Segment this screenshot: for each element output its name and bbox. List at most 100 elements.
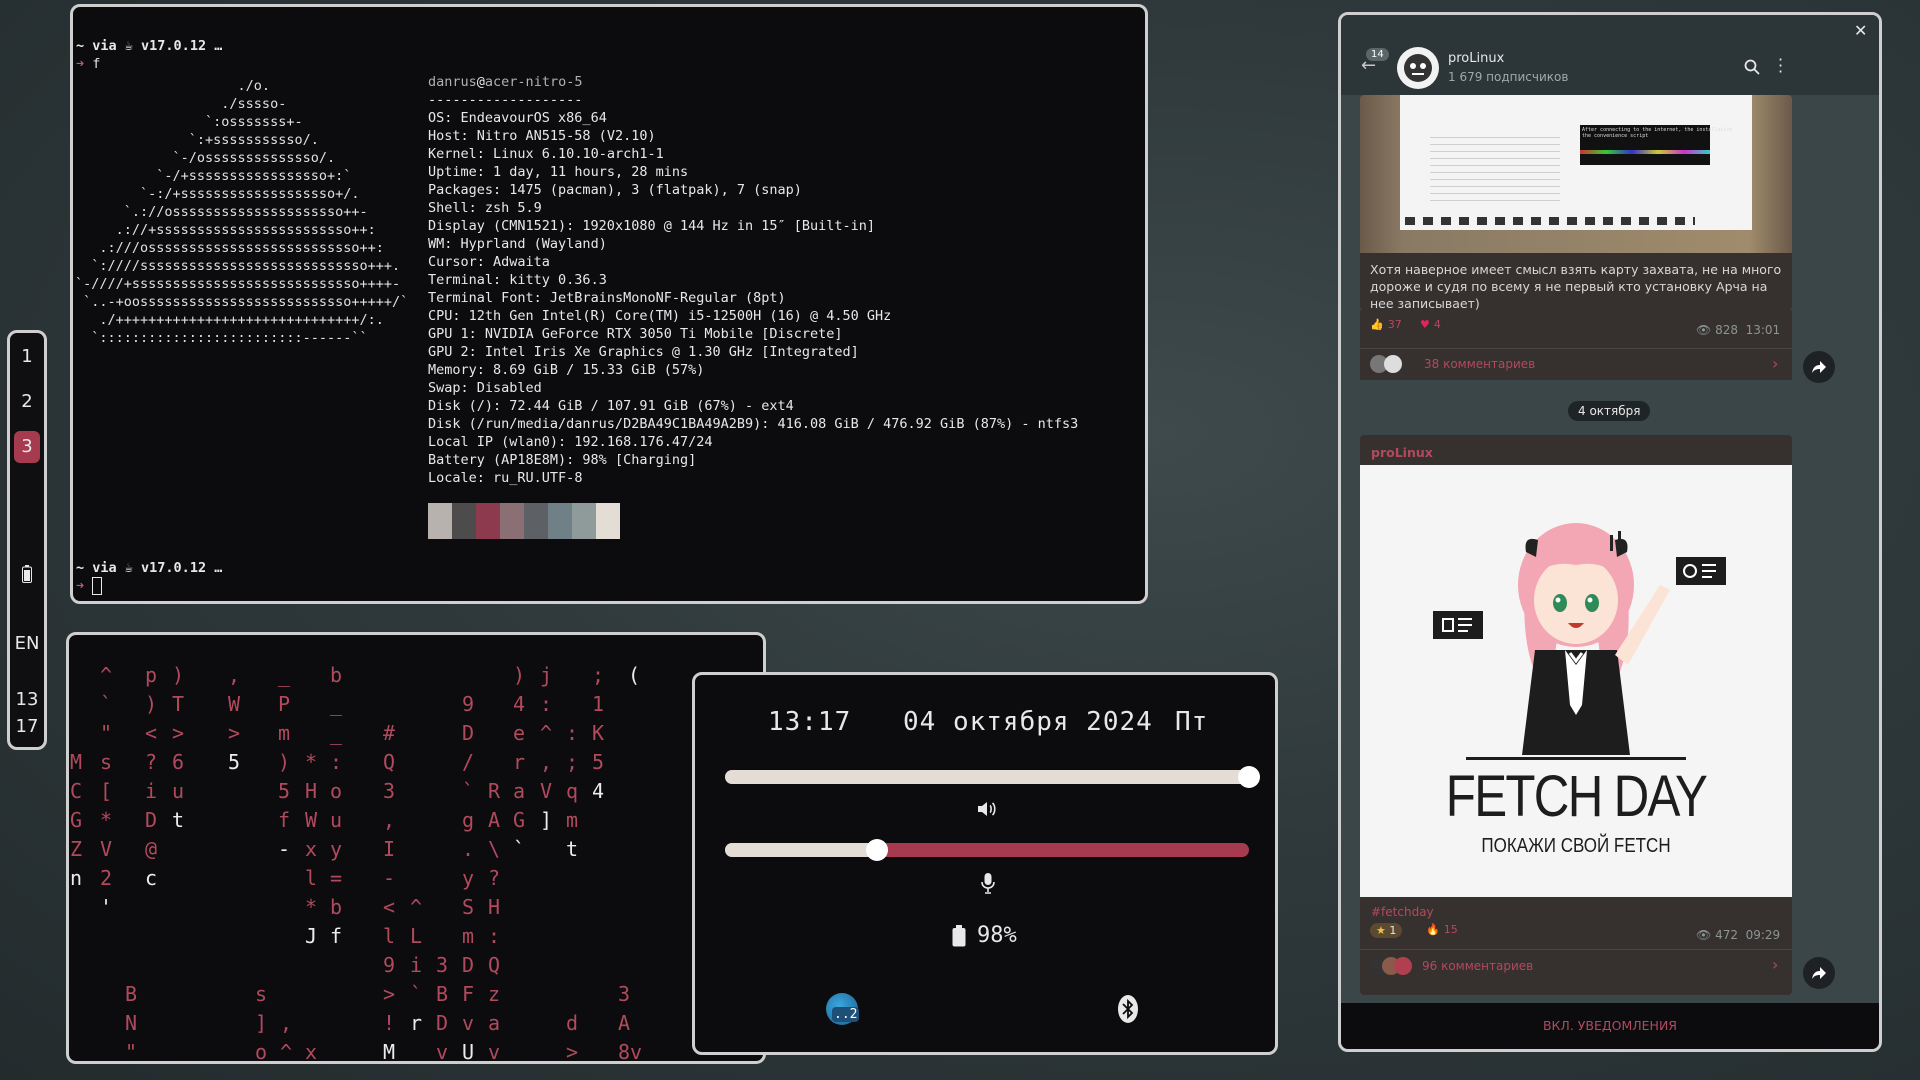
matrix-char: 3 xyxy=(618,982,631,1006)
fastfetch-terminal-window[interactable]: ~ via ☕ v17.0.12 … ➜ f ./o. ./sssso- `:o… xyxy=(70,4,1148,604)
matrix-char: H xyxy=(488,895,501,919)
workspace-2[interactable]: 2 xyxy=(14,386,40,418)
matrix-char: a xyxy=(513,779,526,803)
comments-link-1[interactable]: 38 комментариев xyxy=(1370,355,1535,373)
matrix-char: o xyxy=(255,1040,268,1064)
volume-slider[interactable] xyxy=(725,766,1260,788)
matrix-char: - xyxy=(278,837,291,861)
keyboard-layout[interactable]: EN xyxy=(10,633,44,654)
bluetooth-icon[interactable] xyxy=(1115,993,1141,1025)
avatar xyxy=(1384,355,1402,373)
matrix-char: l xyxy=(383,924,396,948)
palette-swatch xyxy=(452,503,476,539)
matrix-terminal-window[interactable]: ^ p), _ b) j;(`) T W P _ 9 4:1 " < > > m _ # De ^: K Ms? 6 5) *:… xyxy=(66,632,766,1064)
microphone-icon[interactable] xyxy=(976,870,1000,896)
matrix-char: v xyxy=(462,1011,475,1035)
thumbnail-terminal-text: After connecting to the internet, the in… xyxy=(1580,125,1733,165)
post-1[interactable]: After connecting to the internet, the in… xyxy=(1360,95,1792,310)
palette-swatch xyxy=(572,503,596,539)
matrix-char: @ xyxy=(145,837,158,861)
speaker-icon[interactable] xyxy=(975,797,999,821)
palette-swatch xyxy=(596,503,620,539)
info-line: Uptime: 1 day, 11 hours, 28 mins xyxy=(428,163,1078,181)
matrix-char: > xyxy=(172,721,185,745)
workspace-1[interactable]: 1 xyxy=(14,341,40,373)
matrix-char: s xyxy=(255,982,268,1006)
reaction-star[interactable]: ★ 1 xyxy=(1370,923,1403,938)
battery-icon xyxy=(10,565,44,588)
channel-avatar[interactable] xyxy=(1397,47,1439,89)
close-icon[interactable]: ✕ xyxy=(1854,21,1867,40)
info-value: : JetBrainsMonoNF-Regular (8pt) xyxy=(533,290,786,306)
matrix-char: D xyxy=(462,721,475,745)
channel-name[interactable]: proLinux xyxy=(1448,51,1504,66)
clock-minute: 17 xyxy=(15,716,39,737)
matrix-char: P xyxy=(278,692,291,716)
heart-icon: ♥ xyxy=(1420,318,1430,331)
telegram-window[interactable]: ← 14 proLinux 1 679 подписчиков · · · ✕ Af… xyxy=(1338,12,1882,1052)
post-1-image[interactable]: After connecting to the internet, the in… xyxy=(1360,95,1792,253)
matrix-char: ^ xyxy=(280,1040,293,1064)
reaction-thumbsup[interactable]: 👍 37 xyxy=(1370,318,1402,331)
info-key: GPU 1 xyxy=(428,326,469,342)
matrix-char: _ xyxy=(278,663,291,687)
tray-app-icon[interactable]: ..2 xyxy=(826,993,860,1025)
post-2[interactable]: proLinux FETCH DAY ПОКАЖИ СВОЙ FETCH #fe… xyxy=(1360,435,1792,995)
post-1-meta: 👁 828 13:01 xyxy=(1696,323,1781,337)
fetch-day-image[interactable]: FETCH DAY ПОКАЖИ СВОЙ FETCH xyxy=(1360,465,1792,897)
hashtag-link[interactable]: #fetchday xyxy=(1371,905,1434,919)
volume-knob[interactable] xyxy=(1238,766,1260,788)
info-key: GPU 2 xyxy=(428,344,469,360)
divider xyxy=(1360,348,1792,349)
matrix-char: L xyxy=(410,924,423,948)
matrix-char: M xyxy=(383,1040,396,1064)
clock-weekday: Пт xyxy=(1175,707,1209,737)
comments-link-2[interactable]: 96 комментариев xyxy=(1370,957,1533,975)
mic-knob[interactable] xyxy=(865,839,888,861)
command-line-2[interactable]: ➜ xyxy=(76,577,103,595)
post-2-author[interactable]: proLinux xyxy=(1371,445,1433,460)
forward-button-2[interactable] xyxy=(1803,957,1835,989)
post-1-text: Хотя наверное имеет смысл взять карту за… xyxy=(1370,262,1782,310)
chevron-right-icon: › xyxy=(1772,955,1779,974)
info-value: : NVIDIA GeForce RTX 3050 Ti Mobile [Dis… xyxy=(468,326,843,342)
info-key: Shell xyxy=(428,200,469,216)
mic-slider[interactable] xyxy=(725,839,1249,861)
workspace-3[interactable]: 3 xyxy=(14,431,40,463)
reaction-fire[interactable]: 🔥 15 xyxy=(1426,923,1458,936)
eye-icon: 👁 xyxy=(1696,928,1712,942)
matrix-char: : xyxy=(540,692,553,716)
search-icon[interactable] xyxy=(1744,59,1760,79)
info-line: Display (CMN1521): 1920x1080 @ 144 Hz in… xyxy=(428,217,1078,235)
forward-button-1[interactable] xyxy=(1803,351,1835,383)
matrix-char: \ xyxy=(488,837,501,861)
matrix-char: u xyxy=(172,779,185,803)
info-key: Packages xyxy=(428,182,494,198)
star-icon: ★ 1 xyxy=(1370,923,1403,938)
matrix-char: o xyxy=(330,779,343,803)
info-key: WM xyxy=(428,236,445,252)
anime-girl-illustration xyxy=(1433,523,1726,755)
matrix-char: p xyxy=(145,663,158,687)
matrix-char: x xyxy=(305,837,318,861)
matrix-char: ) xyxy=(513,663,526,687)
matrix-char: j xyxy=(540,663,553,687)
unread-badge: 14 xyxy=(1366,48,1389,61)
info-value: : Adwaita xyxy=(476,254,550,270)
more-menu-icon[interactable]: · · · xyxy=(1778,52,1783,80)
matrix-char: 3 xyxy=(436,953,449,977)
date-separator: 4 октября xyxy=(1568,401,1651,421)
info-line: Shell: zsh 5.9 xyxy=(428,199,1078,217)
matrix-char: N xyxy=(125,1011,138,1035)
reaction-heart[interactable]: ♥ 4 xyxy=(1420,318,1441,331)
matrix-char: ` xyxy=(513,837,526,861)
prompt-arrow: ➜ xyxy=(76,56,85,72)
notifications-button[interactable]: ВКЛ. УВЕДОМЛЕНИЯ xyxy=(1341,1003,1879,1049)
matrix-char: v xyxy=(436,1040,449,1064)
matrix-char: f xyxy=(330,924,343,948)
matrix-char: * xyxy=(305,895,318,919)
palette-swatch xyxy=(500,503,524,539)
matrix-char: 2 xyxy=(100,866,113,890)
info-line: Battery (AP18E8M): 98% [Charging] xyxy=(428,451,1078,469)
ascii-line: `-/ossssssssssssso/. xyxy=(75,150,336,166)
